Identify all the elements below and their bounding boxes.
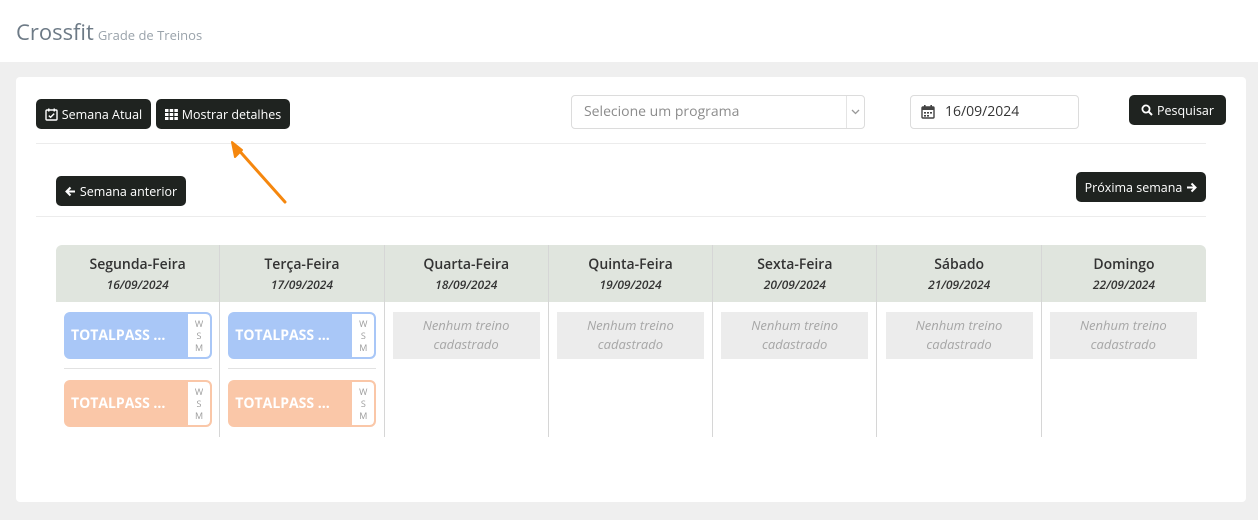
day-name: Quarta-Feira <box>423 255 510 274</box>
workout-label: TOTALPASS ... <box>71 326 166 345</box>
workout-tag[interactable]: S <box>361 397 366 410</box>
program-select[interactable]: Selecione um programa <box>571 95 865 129</box>
arrow-left-icon <box>64 186 75 196</box>
day-name: Quinta-Feira <box>588 255 673 274</box>
empty-workout-message: Nenhum treino cadastrado <box>1049 312 1197 359</box>
day-name: Domingo <box>1093 255 1155 274</box>
nav-divider <box>36 216 1206 217</box>
day-column: Domingo 22/09/2024 Nenhum treino cadastr… <box>1042 245 1206 437</box>
workout-card[interactable]: TOTALPASS ... W S M <box>64 312 212 359</box>
current-week-button[interactable]: Semana Atual <box>36 99 151 129</box>
workout-card[interactable]: TOTALPASS ... W S M <box>228 312 377 359</box>
page-title: Crossfit Grade de Treinos <box>16 18 202 49</box>
next-week-button[interactable]: Próxima semana <box>1076 172 1206 202</box>
page-title-text: Crossfit <box>16 17 94 47</box>
page-subtitle: Grade de Treinos <box>97 26 203 44</box>
workout-tag[interactable]: S <box>197 397 202 410</box>
search-icon <box>1141 104 1153 116</box>
workout-tag[interactable]: M <box>195 409 203 422</box>
workout-tags: W S M <box>352 382 375 425</box>
search-label: Pesquisar <box>1157 101 1214 119</box>
arrow-right-icon <box>1187 182 1198 192</box>
empty-workout-message: Nenhum treino cadastrado <box>556 312 704 359</box>
day-date: 16/09/2024 <box>106 276 169 293</box>
search-button[interactable]: Pesquisar <box>1129 95 1226 125</box>
workout-card[interactable]: TOTALPASS ... W S M <box>228 380 377 427</box>
top-bar: Crossfit Grade de Treinos <box>0 0 1258 62</box>
previous-week-button[interactable]: Semana anterior <box>56 176 186 206</box>
workout-tags: W S M <box>188 314 210 357</box>
workout-tag[interactable]: W <box>195 317 203 330</box>
workout-tag[interactable]: M <box>195 341 203 354</box>
day-column: Segunda-Feira 16/09/2024 TOTALPASS ... W… <box>56 245 221 437</box>
workout-tags: W S M <box>188 382 210 425</box>
workout-label: TOTALPASS ... <box>71 394 166 413</box>
day-name: Segunda-Feira <box>89 255 186 274</box>
calendar-icon <box>921 105 935 119</box>
schedule-panel: Semana Atual Mostrar detalhes Selecione … <box>16 77 1246 502</box>
date-field[interactable]: 16/09/2024 <box>910 95 1079 129</box>
card-divider <box>64 368 212 369</box>
day-column: Sábado 21/09/2024 Nenhum treino cadastra… <box>878 245 1042 437</box>
day-column: Terça-Feira 17/09/2024 TOTALPASS ... W S… <box>220 245 385 437</box>
day-date: 17/09/2024 <box>270 276 334 293</box>
workout-label: TOTALPASS ... <box>235 326 330 345</box>
day-name: Sábado <box>934 255 985 274</box>
week-grid: Segunda-Feira 16/09/2024 TOTALPASS ... W… <box>56 245 1206 437</box>
day-column: Sexta-Feira 20/09/2024 Nenhum treino cad… <box>713 245 878 437</box>
day-column: Quinta-Feira 19/09/2024 Nenhum treino ca… <box>549 245 714 437</box>
day-name: Terça-Feira <box>264 255 340 274</box>
chevron-down-icon <box>846 96 864 128</box>
day-name: Sexta-Feira <box>757 255 833 274</box>
previous-week-label: Semana anterior <box>79 182 178 200</box>
program-select-placeholder: Selecione um programa <box>584 102 740 121</box>
show-details-label: Mostrar detalhes <box>181 105 282 123</box>
day-column: Quarta-Feira 18/09/2024 Nenhum treino ca… <box>385 245 549 437</box>
workout-tag[interactable]: W <box>359 317 367 330</box>
calendar-check-icon <box>45 108 58 121</box>
workout-tag[interactable]: W <box>195 385 203 398</box>
day-date: 20/09/2024 <box>763 276 826 293</box>
empty-workout-message: Nenhum treino cadastrado <box>721 312 869 359</box>
grid-icon <box>164 108 178 120</box>
day-date: 21/09/2024 <box>928 276 991 293</box>
date-value: 16/09/2024 <box>945 102 1020 121</box>
card-divider <box>228 368 377 369</box>
workout-tag[interactable]: W <box>359 385 367 398</box>
empty-workout-message: Nenhum treino cadastrado <box>885 312 1033 359</box>
workout-tag[interactable]: M <box>359 341 367 354</box>
toolbar-divider <box>36 143 1206 144</box>
next-week-label: Próxima semana <box>1084 178 1183 196</box>
workout-tags: W S M <box>352 314 375 357</box>
show-details-button[interactable]: Mostrar detalhes <box>156 99 290 129</box>
day-date: 18/09/2024 <box>435 276 498 293</box>
workout-card[interactable]: TOTALPASS ... W S M <box>64 380 212 427</box>
workout-tag[interactable]: S <box>197 329 202 342</box>
workout-label: TOTALPASS ... <box>235 394 330 413</box>
empty-workout-message: Nenhum treino cadastrado <box>392 312 540 359</box>
day-date: 22/09/2024 <box>1092 276 1156 293</box>
workout-tag[interactable]: M <box>359 409 367 422</box>
workout-tag[interactable]: S <box>361 329 366 342</box>
annotation-arrow-icon <box>231 141 287 204</box>
current-week-label: Semana Atual <box>61 105 143 123</box>
day-date: 19/09/2024 <box>599 276 662 293</box>
